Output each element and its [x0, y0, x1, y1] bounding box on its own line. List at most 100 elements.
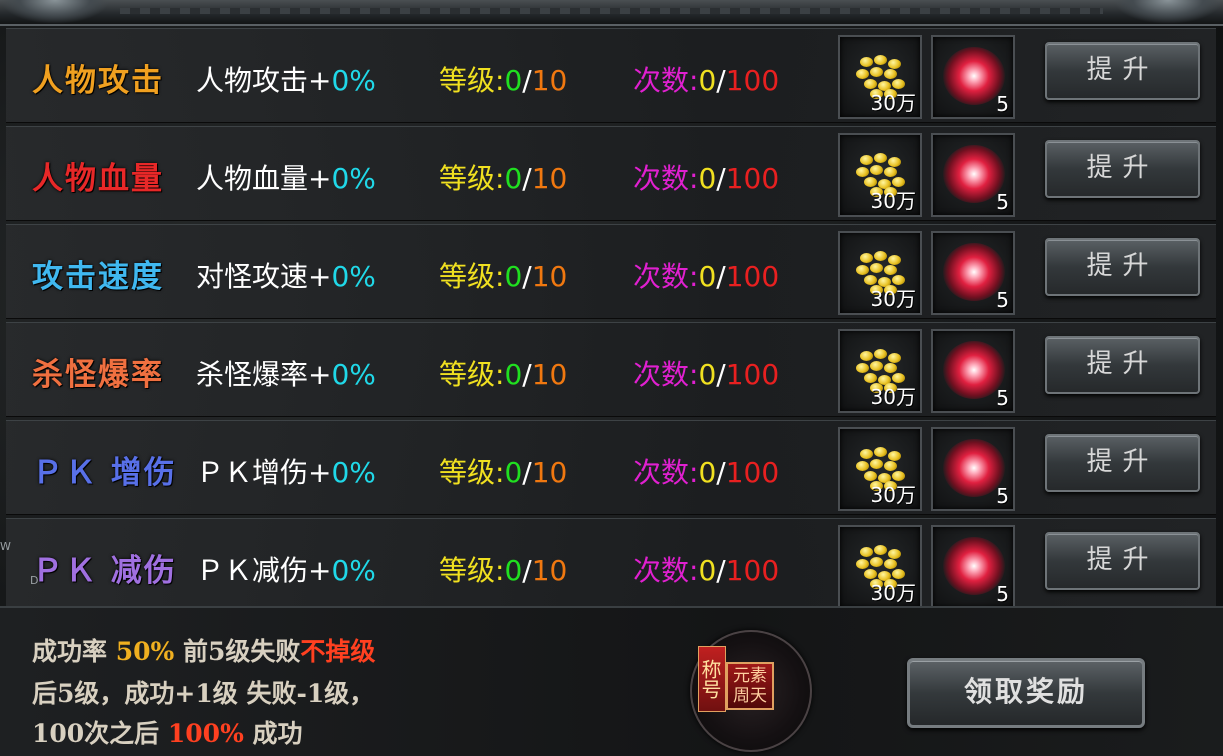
upgrade-row: 人物血量 人物血量+0% 等级:0/10 次数:0/100 30万 5 提升: [6, 126, 1216, 221]
info-text: 100次之后: [32, 719, 168, 748]
gem-cost-slot[interactable]: 5: [931, 35, 1015, 119]
gem-cost: 5: [996, 582, 1009, 606]
times-label: 次数:: [633, 64, 699, 97]
times-label: 次数:: [633, 358, 699, 391]
level-indicator: 等级:0/10: [439, 157, 567, 197]
level-label: 等级:: [439, 358, 505, 391]
gem-cost: 5: [996, 92, 1009, 116]
times-indicator: 次数:0/100: [633, 549, 779, 589]
bonus-percent: 0%: [331, 358, 376, 391]
times-current: 0: [698, 358, 717, 391]
times-max: 100: [725, 358, 780, 391]
times-indicator: 次数:0/100: [633, 451, 779, 491]
times-separator: /: [716, 358, 726, 391]
gem-cost-slot[interactable]: 5: [931, 525, 1015, 609]
level-indicator: 等级:0/10: [439, 59, 567, 99]
corner-ornament-right: [1113, 0, 1223, 24]
side-mark: D: [30, 574, 39, 587]
times-current: 0: [698, 456, 717, 489]
gold-cost: 30万: [870, 287, 916, 311]
times-current: 0: [698, 554, 717, 587]
side-mark: W: [0, 540, 11, 553]
times-max: 100: [725, 260, 780, 293]
gem-cost-slot[interactable]: 5: [931, 329, 1015, 413]
upgrade-row: 攻击速度 对怪攻速+0% 等级:0/10 次数:0/100 30万 5 提升: [6, 224, 1216, 319]
upgrade-row: 杀怪爆率 杀怪爆率+0% 等级:0/10 次数:0/100 30万 5 提升: [6, 322, 1216, 417]
times-max: 100: [725, 162, 780, 195]
gold-cost-slot[interactable]: 30万: [838, 35, 922, 119]
attribute-title: ＰＫ 增伤: [32, 455, 177, 491]
emblem-tag: 称号: [698, 646, 726, 712]
gem-cost-slot[interactable]: 5: [931, 133, 1015, 217]
upgrade-button[interactable]: 提升: [1045, 434, 1200, 492]
level-separator: /: [522, 358, 532, 391]
gold-cost-slot[interactable]: 30万: [838, 133, 922, 217]
info-line-2: 后5级，成功+1级 失败-1级，: [32, 679, 375, 708]
level-current: 0: [504, 162, 523, 195]
gold-cost-slot[interactable]: 30万: [838, 525, 922, 609]
claim-reward-button[interactable]: 领取奖励: [907, 658, 1145, 728]
bottom-panel: 成功率 50% 前5级失败不掉级 后5级，成功+1级 失败-1级， 100次之后…: [0, 606, 1223, 756]
upgrade-button[interactable]: 提升: [1045, 532, 1200, 590]
guaranteed-rate: 100%: [167, 719, 244, 748]
bonus-label: 人物攻击+: [196, 64, 332, 97]
times-indicator: 次数:0/100: [633, 59, 779, 99]
level-separator: /: [522, 260, 532, 293]
bonus-label: 人物血量+: [196, 162, 332, 195]
level-max: 10: [531, 64, 568, 97]
level-separator: /: [522, 554, 532, 587]
info-text: 前5级失败: [174, 637, 301, 666]
times-max: 100: [725, 554, 780, 587]
times-max: 100: [725, 64, 780, 97]
times-separator: /: [716, 554, 726, 587]
times-separator: /: [716, 162, 726, 195]
info-line-1: 成功率 50% 前5级失败不掉级: [32, 632, 375, 668]
level-label: 等级:: [439, 260, 505, 293]
no-drop-text: 不掉级: [300, 637, 376, 666]
level-label: 等级:: [439, 162, 505, 195]
attribute-title: 攻击速度: [32, 259, 164, 295]
level-max: 10: [531, 260, 568, 293]
gold-cost-slot[interactable]: 30万: [838, 231, 922, 315]
attribute-title: 人物攻击: [32, 63, 164, 99]
gold-cost-slot[interactable]: 30万: [838, 427, 922, 511]
times-label: 次数:: [633, 554, 699, 587]
corner-ornament-left: [0, 0, 110, 24]
upgrade-button[interactable]: 提升: [1045, 42, 1200, 100]
upgrade-row: ＰＫ 减伤 ＰＫ减伤+0% 等级:0/10 次数:0/100 30万 5 提升: [6, 518, 1216, 613]
gem-cost-slot[interactable]: 5: [931, 231, 1015, 315]
level-indicator: 等级:0/10: [439, 549, 567, 589]
attribute-bonus: 人物攻击+0%: [196, 59, 376, 99]
attribute-bonus: ＰＫ增伤+0%: [196, 451, 376, 491]
upgrade-list: 人物攻击 人物攻击+0% 等级:0/10 次数:0/100 30万 5 提升 人物血量 人物血量…: [6, 28, 1216, 616]
attribute-bonus: 人物血量+0%: [196, 157, 376, 197]
times-separator: /: [716, 260, 726, 293]
upgrade-button[interactable]: 提升: [1045, 140, 1200, 198]
info-text: 成功率: [32, 637, 116, 666]
upgrade-row: 人物攻击 人物攻击+0% 等级:0/10 次数:0/100 30万 5 提升: [6, 28, 1216, 123]
upgrade-button[interactable]: 提升: [1045, 336, 1200, 394]
level-current: 0: [504, 260, 523, 293]
gold-cost-slot[interactable]: 30万: [838, 329, 922, 413]
bonus-percent: 0%: [331, 554, 376, 587]
level-max: 10: [531, 554, 568, 587]
bonus-label: ＰＫ增伤+: [196, 456, 332, 489]
gem-cost: 5: [996, 288, 1009, 312]
attribute-title: ＰＫ 减伤: [32, 553, 177, 589]
success-rate: 50%: [115, 637, 175, 666]
attribute-title: 杀怪爆率: [32, 357, 164, 393]
gold-cost: 30万: [870, 581, 916, 605]
times-indicator: 次数:0/100: [633, 353, 779, 393]
bonus-label: ＰＫ减伤+: [196, 554, 332, 587]
gem-cost: 5: [996, 190, 1009, 214]
times-label: 次数:: [633, 260, 699, 293]
upgrade-row: ＰＫ 增伤 ＰＫ增伤+0% 等级:0/10 次数:0/100 30万 5 提升: [6, 420, 1216, 515]
level-max: 10: [531, 162, 568, 195]
gem-cost-slot[interactable]: 5: [931, 427, 1015, 511]
attribute-bonus: 对怪攻速+0%: [196, 255, 376, 295]
times-current: 0: [698, 260, 717, 293]
level-indicator: 等级:0/10: [439, 451, 567, 491]
level-indicator: 等级:0/10: [439, 353, 567, 393]
title-emblem-icon[interactable]: 称号 元素周天: [690, 630, 812, 752]
upgrade-button[interactable]: 提升: [1045, 238, 1200, 296]
